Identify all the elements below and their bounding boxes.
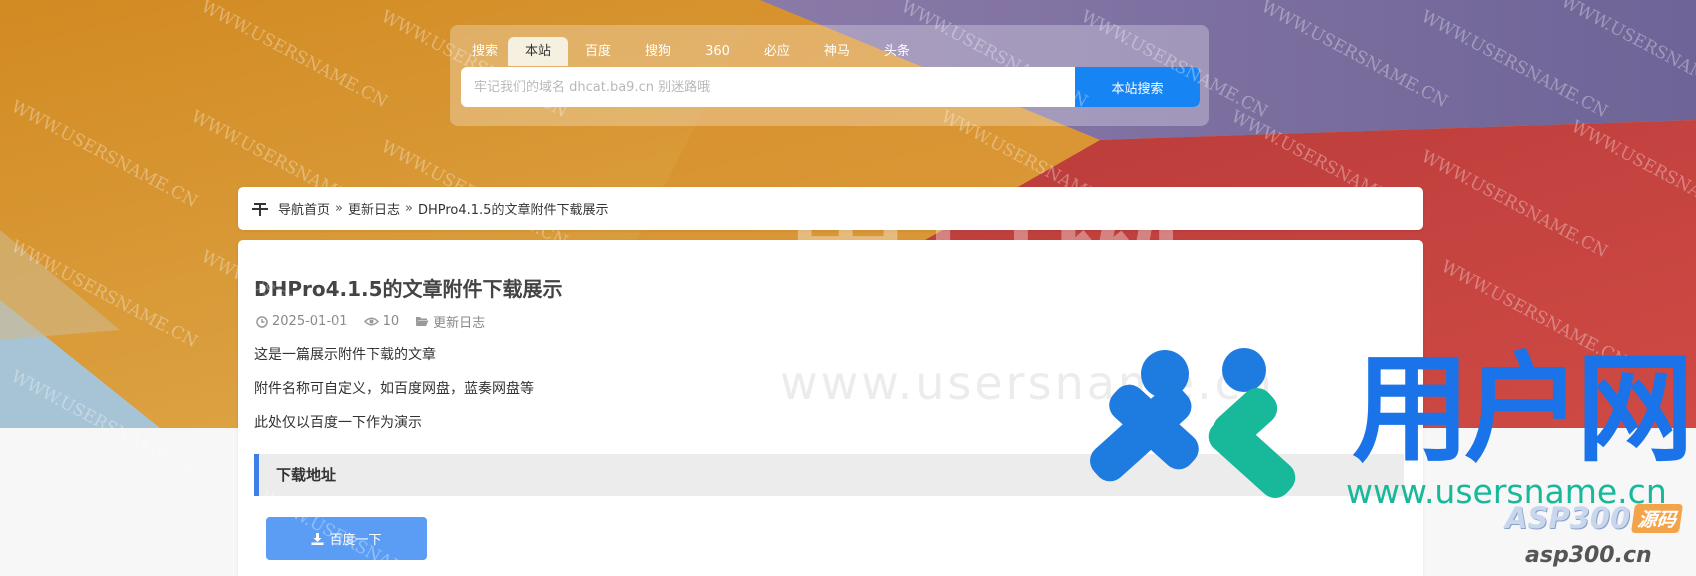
breadcrumb-separator: » <box>405 201 413 216</box>
meta-views: 10 <box>363 314 400 329</box>
article-date: 2025-01-01 <box>272 314 348 329</box>
asp300-badge: 源码 <box>1631 503 1684 533</box>
breadcrumb-home-link[interactable]: 导航首页 <box>278 199 330 218</box>
asp300-url: asp300.cn <box>1525 543 1652 568</box>
engine-tab-sogou[interactable]: 搜狗 <box>628 37 688 66</box>
engine-tab-baidu[interactable]: 百度 <box>568 37 628 66</box>
asp300-logo: ASP300 源码 <box>1505 501 1684 535</box>
article-views: 10 <box>382 314 400 329</box>
breadcrumb-category-link[interactable]: 更新日志 <box>348 199 400 218</box>
meta-date: 2025-01-01 <box>256 314 348 329</box>
engine-tab-search[interactable]: 搜索 <box>462 37 508 66</box>
article-paragraph: 这是一篇展示附件下载的文章 <box>254 347 436 363</box>
asp300-brand: ASP300 <box>1505 501 1631 535</box>
folder-open-icon <box>416 317 429 326</box>
breadcrumb-separator: » <box>335 201 343 216</box>
site-search-button[interactable]: 本站搜索 <box>1075 67 1200 107</box>
engine-tab-site[interactable]: 本站 <box>508 37 569 66</box>
meta-category[interactable]: 更新日志 <box>415 312 485 331</box>
watermark-ghost-text: 用户网 <box>780 187 1189 339</box>
article-meta: 2025-01-01 10 更新日志 <box>256 312 501 331</box>
download-button-label: 百度一下 <box>329 533 382 548</box>
usersname-logo-text: 用户网 <box>1352 340 1694 478</box>
download-icon <box>311 532 324 545</box>
article-paragraph: 此处仅以百度一下作为演示 <box>254 415 422 431</box>
article-category[interactable]: 更新日志 <box>433 312 485 331</box>
engine-tab-360[interactable]: 360 <box>688 37 747 66</box>
search-box: 本站搜索 <box>461 67 1200 107</box>
search-input[interactable] <box>461 67 1075 107</box>
usersname-logo: 用户网 www.usersname.cn ASP300 源码 asp300.cn <box>1090 348 1696 576</box>
eye-icon <box>363 317 379 326</box>
engine-tabs: 搜索 本站 百度 搜狗 360 必应 神马 头条 <box>462 37 927 66</box>
article-title: DHPro4.1.5的文章附件下载展示 <box>254 277 563 301</box>
breadcrumb-icon <box>252 202 268 216</box>
search-panel: 搜索 本站 百度 搜狗 360 必应 神马 头条 本站搜索 <box>450 25 1209 126</box>
engine-tab-toutiao[interactable]: 头条 <box>867 37 927 66</box>
download-button[interactable]: 百度一下 <box>266 517 427 560</box>
article-paragraph: 附件名称可自定义，如百度网盘，蓝奏网盘等 <box>254 381 534 397</box>
engine-tab-shenma[interactable]: 神马 <box>807 37 867 66</box>
usersname-logo-mark <box>1090 348 1296 498</box>
breadcrumb-current: DHPro4.1.5的文章附件下载展示 <box>417 203 609 218</box>
engine-tab-bing[interactable]: 必应 <box>747 37 807 66</box>
clock-icon <box>256 315 268 328</box>
